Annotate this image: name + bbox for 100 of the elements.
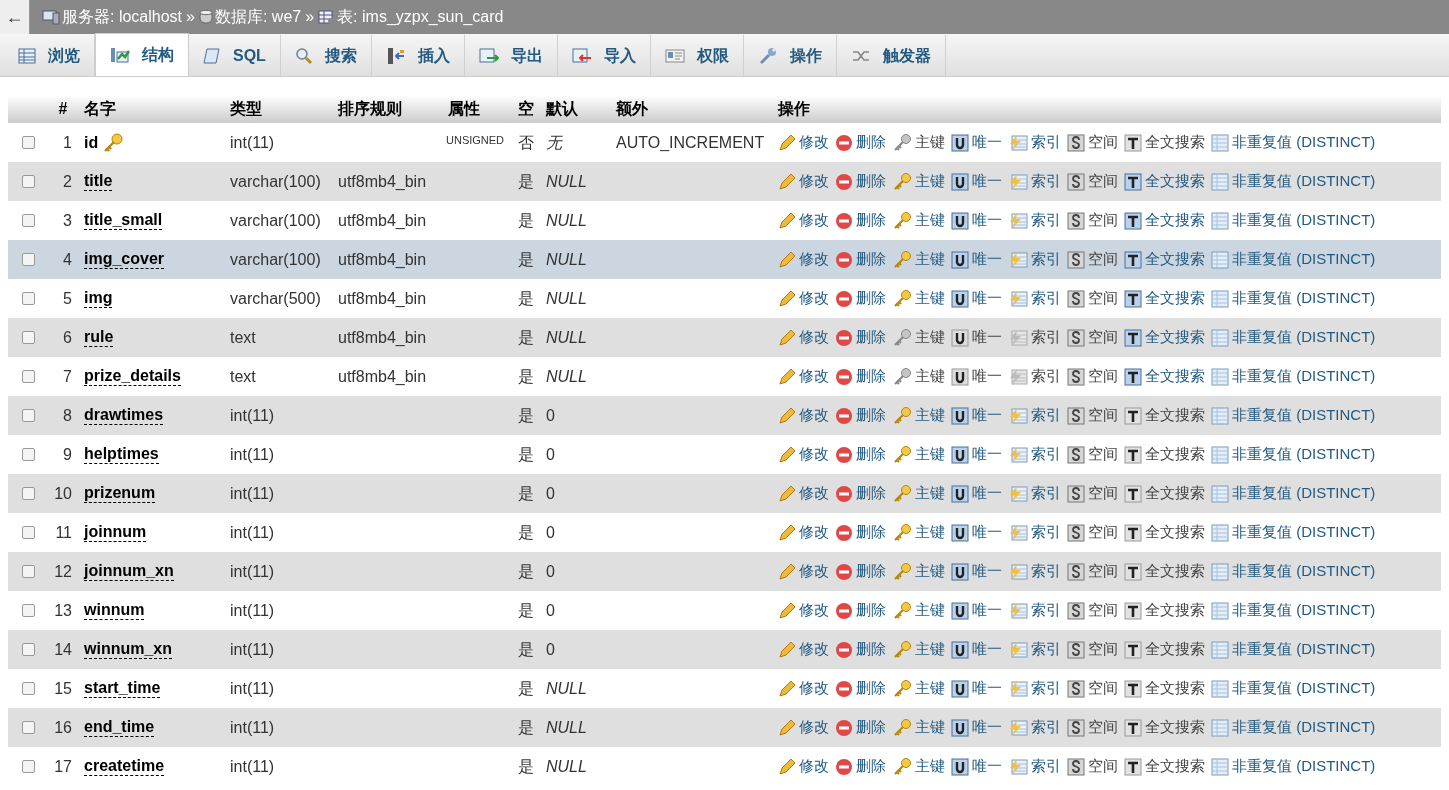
action-link[interactable]: 修改 xyxy=(778,131,829,154)
action-link[interactable]: 非重复值 (DISTINCT) xyxy=(1211,521,1376,544)
checkbox[interactable] xyxy=(21,292,35,305)
checkbox[interactable] xyxy=(21,253,35,266)
tab[interactable]: 触发器 xyxy=(836,35,946,76)
action-link[interactable]: 非重复值 (DISTINCT) xyxy=(1211,755,1376,778)
action-link[interactable]: 全文搜索 xyxy=(1124,326,1205,349)
action-link[interactable]: 删除 xyxy=(835,521,886,544)
checkbox[interactable] xyxy=(21,175,35,188)
column-name[interactable]: winnum xyxy=(84,601,145,620)
action-link[interactable]: 主键 xyxy=(892,209,945,232)
action-link[interactable]: 主键 xyxy=(892,521,945,544)
column-name[interactable]: img xyxy=(84,289,113,308)
action-link[interactable]: 非重复值 (DISTINCT) xyxy=(1211,209,1376,232)
action-link[interactable]: 删除 xyxy=(835,287,886,310)
back-button[interactable]: ← xyxy=(0,0,30,34)
breadcrumb-link[interactable]: 数据库: we7 xyxy=(198,5,302,29)
column-name[interactable]: img_cover xyxy=(84,250,165,269)
action-link[interactable]: 修改 xyxy=(778,209,829,232)
action-link[interactable]: 删除 xyxy=(835,443,886,466)
action-link[interactable]: 索引 xyxy=(1008,443,1061,466)
action-link[interactable]: 索引 xyxy=(1008,170,1061,193)
action-link[interactable]: 唯一 xyxy=(951,716,1002,739)
action-link[interactable]: 索引 xyxy=(1008,716,1061,739)
checkbox[interactable] xyxy=(21,370,35,383)
action-link[interactable]: 主键 xyxy=(892,560,945,583)
action-link[interactable]: 删除 xyxy=(835,716,886,739)
action-link[interactable]: 删除 xyxy=(835,638,886,661)
tab[interactable]: 权限 xyxy=(650,35,744,76)
action-link[interactable]: 删除 xyxy=(835,677,886,700)
action-link[interactable]: 唯一 xyxy=(951,599,1002,622)
action-link[interactable]: 索引 xyxy=(1008,638,1061,661)
breadcrumb-link[interactable]: 表: ims_yzpx_sun_card xyxy=(318,5,504,29)
action-link[interactable]: 非重复值 (DISTINCT) xyxy=(1211,482,1376,505)
action-link[interactable]: 唯一 xyxy=(951,131,1002,154)
action-link[interactable]: 唯一 xyxy=(951,677,1002,700)
action-link[interactable]: 主键 xyxy=(892,443,945,466)
action-link[interactable]: 索引 xyxy=(1008,287,1061,310)
action-link[interactable]: 非重复值 (DISTINCT) xyxy=(1211,404,1376,427)
tab[interactable]: SQL xyxy=(189,35,281,76)
column-name[interactable]: end_time xyxy=(84,718,155,737)
tab[interactable]: 导入 xyxy=(557,35,651,76)
action-link[interactable]: 唯一 xyxy=(951,443,1002,466)
action-link[interactable]: 删除 xyxy=(835,755,886,778)
action-link[interactable]: 修改 xyxy=(778,326,829,349)
tab[interactable]: 操作 xyxy=(743,35,837,76)
action-link[interactable]: 主键 xyxy=(892,170,945,193)
action-link[interactable]: 主键 xyxy=(892,638,945,661)
action-link[interactable]: 删除 xyxy=(835,131,886,154)
action-link[interactable]: 唯一 xyxy=(951,521,1002,544)
column-name[interactable]: start_time xyxy=(84,679,161,698)
action-link[interactable]: 主键 xyxy=(892,755,945,778)
action-link[interactable]: 主键 xyxy=(892,404,945,427)
column-name[interactable]: title xyxy=(84,172,113,191)
action-link[interactable]: 索引 xyxy=(1008,404,1061,427)
action-link[interactable]: 删除 xyxy=(835,170,886,193)
action-link[interactable]: 主键 xyxy=(892,482,945,505)
action-link[interactable]: 删除 xyxy=(835,209,886,232)
action-link[interactable]: 唯一 xyxy=(951,638,1002,661)
action-link[interactable]: 主键 xyxy=(892,248,945,271)
action-link[interactable]: 非重复值 (DISTINCT) xyxy=(1211,248,1376,271)
column-name[interactable]: rule xyxy=(84,328,114,347)
checkbox[interactable] xyxy=(21,448,35,461)
action-link[interactable]: 修改 xyxy=(778,638,829,661)
column-name[interactable]: helptimes xyxy=(84,445,159,464)
checkbox[interactable] xyxy=(21,214,35,227)
action-link[interactable]: 索引 xyxy=(1008,521,1061,544)
action-link[interactable]: 删除 xyxy=(835,365,886,388)
action-link[interactable]: 全文搜索 xyxy=(1124,287,1205,310)
action-link[interactable]: 全文搜索 xyxy=(1124,248,1205,271)
tab[interactable]: 插入 xyxy=(371,35,465,76)
checkbox[interactable] xyxy=(21,565,35,578)
action-link[interactable]: 唯一 xyxy=(951,209,1002,232)
action-link[interactable]: 非重复值 (DISTINCT) xyxy=(1211,599,1376,622)
action-link[interactable]: 索引 xyxy=(1008,755,1061,778)
action-link[interactable]: 修改 xyxy=(778,443,829,466)
checkbox[interactable] xyxy=(21,136,35,149)
action-link[interactable]: 修改 xyxy=(778,716,829,739)
action-link[interactable]: 修改 xyxy=(778,404,829,427)
action-link[interactable]: 唯一 xyxy=(951,482,1002,505)
action-link[interactable]: 非重复值 (DISTINCT) xyxy=(1211,638,1376,661)
action-link[interactable]: 非重复值 (DISTINCT) xyxy=(1211,326,1376,349)
action-link[interactable]: 索引 xyxy=(1008,248,1061,271)
action-link[interactable]: 唯一 xyxy=(951,170,1002,193)
column-name[interactable]: winnum_xn xyxy=(84,640,172,659)
column-name[interactable]: title_small xyxy=(84,211,163,230)
action-link[interactable]: 唯一 xyxy=(951,560,1002,583)
action-link[interactable]: 唯一 xyxy=(951,404,1002,427)
action-link[interactable]: 修改 xyxy=(778,599,829,622)
action-link[interactable]: 索引 xyxy=(1008,209,1061,232)
action-link[interactable]: 唯一 xyxy=(951,248,1002,271)
action-link[interactable]: 索引 xyxy=(1008,131,1061,154)
action-link[interactable]: 删除 xyxy=(835,482,886,505)
checkbox[interactable] xyxy=(21,331,35,344)
checkbox[interactable] xyxy=(21,604,35,617)
checkbox[interactable] xyxy=(21,526,35,539)
action-link[interactable]: 非重复值 (DISTINCT) xyxy=(1211,365,1376,388)
column-name[interactable]: drawtimes xyxy=(84,406,164,425)
action-link[interactable]: 唯一 xyxy=(951,755,1002,778)
action-link[interactable]: 删除 xyxy=(835,326,886,349)
